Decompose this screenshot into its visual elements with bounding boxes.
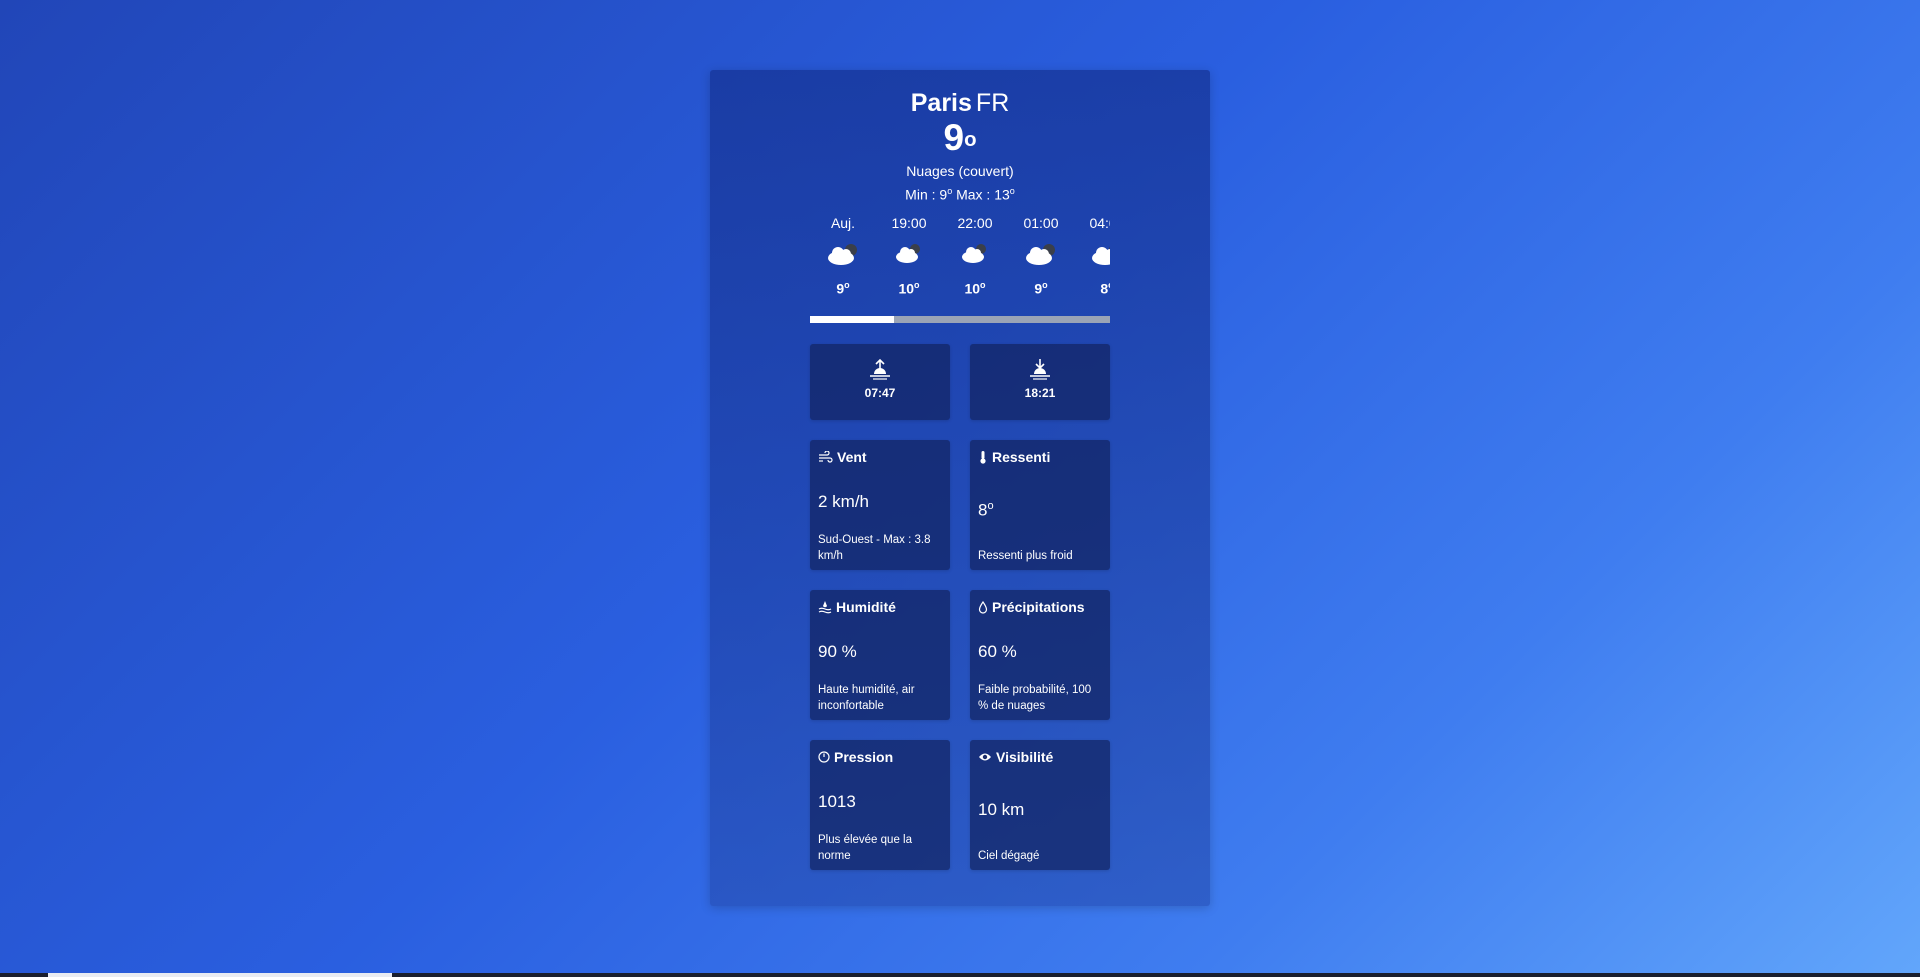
hourly-time: 19:00 — [891, 215, 927, 231]
wind-value: 2 km/h — [818, 492, 870, 511]
cloud-moon-icon — [876, 232, 942, 276]
feels-like-title: Ressenti — [978, 449, 1050, 465]
cloud-moon-icon — [942, 232, 1008, 276]
feels-like-note: Ressenti plus froid — [978, 550, 1073, 562]
hourly-time: Auj. — [830, 215, 856, 231]
max-temperature: Max : 13 — [956, 186, 1010, 203]
sunset-tile: 18:21 — [970, 344, 1110, 420]
visibility-value: 10 km — [978, 800, 1025, 819]
current-temperature: 9o — [710, 118, 1210, 158]
hourly-time: 22:00 — [957, 215, 993, 231]
hourly-temp: 9o — [836, 280, 850, 297]
visibility-label: Visibilité — [996, 749, 1054, 765]
cloud-icon — [1074, 232, 1110, 276]
feels-like-label: Ressenti — [992, 449, 1051, 465]
precipitation-tile: Précipitations 60 % Faible probabilité, … — [970, 590, 1110, 720]
hourly-item: 01:00 9o — [1008, 214, 1074, 298]
precipitation-title: Précipitations — [978, 599, 1085, 615]
hourly-temp: 10o — [964, 280, 986, 297]
sunset-time: 18:21 — [1024, 386, 1056, 400]
current-temperature-value: 9 — [943, 117, 965, 158]
hourly-temp: 8o — [1100, 280, 1110, 297]
gauge-icon — [818, 751, 830, 763]
pressure-note: Plus élevée que la norme — [818, 834, 912, 862]
sunrise-icon — [810, 358, 950, 380]
visibility-title: Visibilité — [978, 749, 1053, 765]
location: Paris FR — [710, 88, 1210, 118]
hourly-scrollbar-thumb[interactable] — [810, 316, 894, 323]
humidity-title: Humidité — [818, 599, 896, 615]
hourly-item: 04:00 8o — [1074, 214, 1110, 298]
humidity-note: Haute humidité, air inconfortable — [818, 684, 915, 712]
hourly-time: 01:00 — [1023, 215, 1059, 231]
hourly-scrollbar[interactable] — [810, 316, 1110, 323]
min-degree: o — [947, 186, 953, 196]
feels-like-value: 8o — [978, 500, 994, 520]
visibility-note: Ciel dégagé — [978, 850, 1040, 862]
pressure-label: Pression — [834, 749, 894, 765]
hourly-item: 22:00 10o — [942, 214, 1008, 298]
feels-like-tile: Ressenti 8o Ressenti plus froid — [970, 440, 1110, 570]
wind-icon — [818, 451, 833, 463]
wind-label: Vent — [837, 449, 867, 465]
pressure-tile: Pression 1013 Plus élevée que la norme — [810, 740, 950, 870]
cloud-icon — [810, 232, 876, 276]
taskbar-active-segment — [48, 973, 392, 977]
weather-description: Nuages (couvert) — [906, 163, 1014, 179]
humidity-icon — [818, 600, 832, 614]
min-max-temperature: Min : 9o Max : 13o — [710, 182, 1210, 204]
cloud-moon-icon — [1008, 232, 1074, 276]
droplet-icon — [978, 600, 988, 614]
eye-icon — [978, 752, 992, 762]
wind-note: Sud-Ouest - Max : 3.8 km/h — [818, 534, 931, 562]
precipitation-note: Faible probabilité, 100 % de nuages — [978, 684, 1092, 712]
sunset-icon — [970, 358, 1110, 380]
degree-symbol: o — [964, 129, 977, 151]
sunrise-time: 07:47 — [864, 386, 896, 400]
humidity-tile: Humidité 90 % Haute humidité, air inconf… — [810, 590, 950, 720]
humidity-label: Humidité — [836, 599, 896, 615]
weather-card: Paris FR 9o Nuages (couvert) Min : 9o Max… — [710, 70, 1210, 906]
hourly-temp: 10o — [898, 280, 920, 297]
max-degree: o — [1009, 186, 1015, 196]
sunrise-tile: 07:47 — [810, 344, 950, 420]
taskbar-strip — [0, 973, 1920, 977]
hourly-time: 04:00 — [1089, 215, 1110, 231]
precipitation-value: 60 % — [978, 642, 1017, 661]
wind-tile: Vent 2 km/h Sud-Ouest - Max : 3.8 km/h — [810, 440, 950, 570]
thermometer-icon — [978, 450, 988, 464]
visibility-tile: Visibilité 10 km Ciel dégagé — [970, 740, 1110, 870]
current-weather: Paris FR 9o Nuages (couvert) Min : 9o Max… — [710, 88, 1210, 204]
precipitation-label: Précipitations — [992, 599, 1085, 615]
hourly-item: Auj. 9o — [810, 214, 876, 298]
humidity-value: 90 % — [818, 642, 857, 661]
min-temperature: Min : 9 — [905, 186, 948, 203]
wind-title: Vent — [818, 449, 867, 465]
country-code: FR — [975, 89, 1010, 117]
pressure-value: 1013 — [818, 792, 856, 811]
city-name: Paris — [910, 89, 972, 117]
pressure-title: Pression — [818, 749, 893, 765]
hourly-item: 19:00 10o — [876, 214, 942, 298]
hourly-forecast[interactable]: Auj. 9o 19:00 10o 22:00 10o 01:00 9o 04:… — [810, 214, 1110, 314]
hourly-temp: 9o — [1034, 280, 1048, 297]
